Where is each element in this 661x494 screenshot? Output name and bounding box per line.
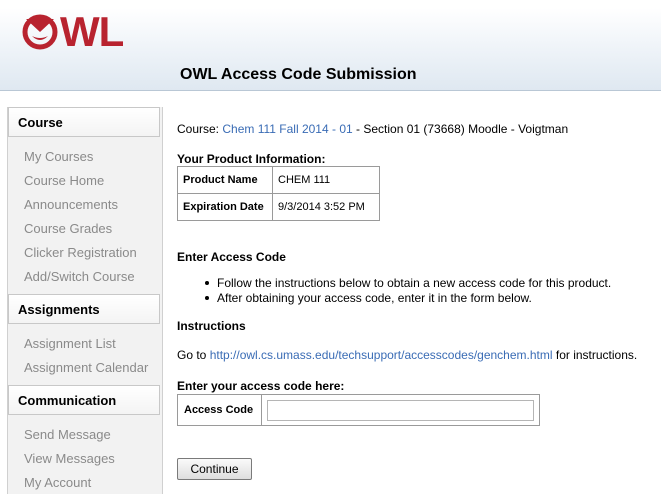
sidebar-item-announcements[interactable]: Announcements bbox=[24, 197, 118, 212]
instructions-heading: Instructions bbox=[177, 319, 246, 333]
sidebar: Course My Courses Course Home Announceme… bbox=[7, 107, 163, 494]
enter-access-code-heading: Enter Access Code bbox=[177, 250, 286, 264]
expiration-date-label: Expiration Date bbox=[177, 193, 273, 221]
sidebar-heading-assignments: Assignments bbox=[8, 294, 160, 324]
sidebar-heading-communication: Communication bbox=[8, 385, 160, 415]
product-info-table: Product Name CHEM 111 Expiration Date 9/… bbox=[177, 166, 380, 221]
table-row: Product Name CHEM 111 bbox=[177, 166, 380, 194]
sidebar-item-send-message[interactable]: Send Message bbox=[24, 427, 111, 442]
access-code-label: Access Code bbox=[178, 395, 262, 425]
main-content: Course: Chem 111 Fall 2014 - 01 - Sectio… bbox=[177, 0, 661, 494]
instruction-bullets: Follow the instructions below to obtain … bbox=[205, 276, 611, 306]
course-section-text: - Section 01 (73668) Moodle - Voigtman bbox=[352, 122, 569, 136]
continue-button[interactable]: Continue bbox=[177, 458, 252, 480]
sidebar-item-assignment-calendar[interactable]: Assignment Calendar bbox=[24, 360, 148, 375]
list-item: After obtaining your access code, enter … bbox=[205, 291, 611, 306]
sidebar-item-add-switch-course[interactable]: Add/Switch Course bbox=[24, 269, 135, 284]
course-label: Course: bbox=[177, 122, 220, 136]
course-link[interactable]: Chem 111 Fall 2014 - 01 bbox=[222, 122, 352, 136]
instructions-prefix: Go to bbox=[177, 348, 210, 362]
owl-logo-icon bbox=[22, 14, 58, 50]
instructions-link[interactable]: http://owl.cs.umass.edu/techsupport/acce… bbox=[210, 348, 553, 362]
sidebar-item-assignment-list[interactable]: Assignment List bbox=[24, 336, 116, 351]
access-code-heading: Enter your access code here: bbox=[177, 379, 345, 393]
sidebar-item-course-grades[interactable]: Course Grades bbox=[24, 221, 112, 236]
expiration-date-value: 9/3/2014 3:52 PM bbox=[272, 193, 380, 221]
instructions-suffix: for instructions. bbox=[552, 348, 638, 362]
instructions-line: Go to http://owl.cs.umass.edu/techsuppor… bbox=[177, 348, 637, 362]
logo-text: WL bbox=[60, 8, 124, 55]
sidebar-item-view-messages[interactable]: View Messages bbox=[24, 451, 115, 466]
access-code-input[interactable] bbox=[267, 400, 534, 421]
list-item: Follow the instructions below to obtain … bbox=[205, 276, 611, 291]
product-name-label: Product Name bbox=[177, 166, 273, 194]
access-code-form: Access Code bbox=[177, 394, 540, 426]
sidebar-heading-course: Course bbox=[8, 107, 160, 137]
sidebar-item-clicker-registration[interactable]: Clicker Registration bbox=[24, 245, 137, 260]
sidebar-item-my-courses[interactable]: My Courses bbox=[24, 149, 93, 164]
sidebar-item-my-account[interactable]: My Account bbox=[24, 475, 91, 490]
sidebar-item-course-home[interactable]: Course Home bbox=[24, 173, 104, 188]
product-info-heading: Your Product Information: bbox=[177, 152, 326, 166]
product-name-value: CHEM 111 bbox=[272, 166, 380, 194]
table-row: Expiration Date 9/3/2014 3:52 PM bbox=[177, 193, 380, 221]
course-line: Course: Chem 111 Fall 2014 - 01 - Sectio… bbox=[177, 122, 568, 136]
owl-logo[interactable]: WL bbox=[22, 8, 124, 55]
